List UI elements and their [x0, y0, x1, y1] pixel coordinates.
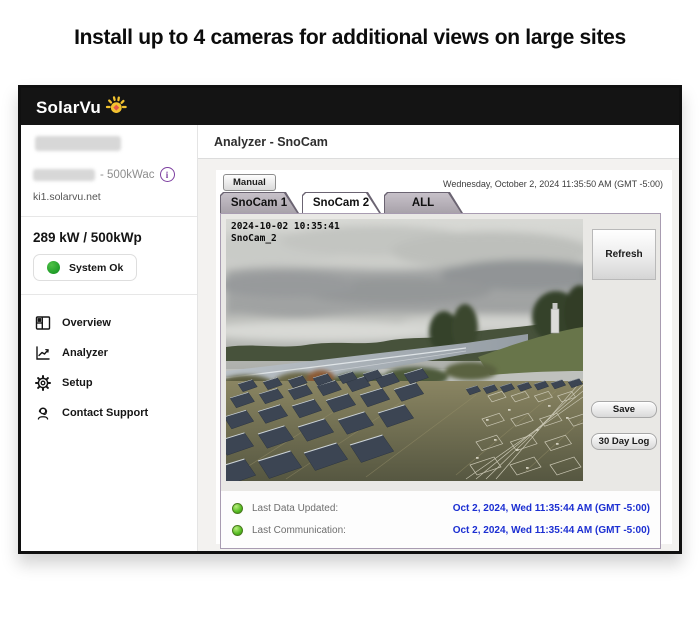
camera-name: SnoCam_2	[231, 233, 340, 245]
gear-icon	[35, 375, 51, 391]
camera-image-area: 2024-10-02 10:35:41 SnoCam_2	[221, 214, 588, 491]
site-capacity-row: - 500kWac i	[33, 167, 185, 182]
support-agent-icon	[35, 405, 51, 421]
tab-all[interactable]: ALL	[384, 192, 463, 213]
page-title: Analyzer - SnoCam	[198, 125, 679, 159]
capacity-text: - 500kWac	[100, 169, 155, 181]
page: Install up to 4 cameras for additional v…	[0, 0, 700, 620]
status-led-icon	[47, 261, 60, 274]
camera-image	[226, 219, 583, 481]
refresh-button[interactable]: Refresh	[592, 229, 656, 280]
camera-status: Last Data Updated: Oct 2, 2024, Wed 11:3…	[221, 491, 660, 548]
sidebar-item-analyzer[interactable]: Analyzer	[33, 338, 185, 368]
status-value: Oct 2, 2024, Wed 11:35:44 AM (GMT -5:00)	[453, 503, 650, 514]
tab-label: SnoCam 1	[221, 193, 297, 213]
main-area: Analyzer - SnoCam Manual Wednesday, Octo…	[198, 125, 679, 551]
status-label: Last Data Updated:	[252, 503, 338, 514]
app-header: SolarVu	[21, 88, 679, 125]
power-summary: 289 kW / 500kWp	[33, 230, 185, 245]
solarvu-logo: SolarVu	[36, 95, 128, 118]
sidebar: - 500kWac i ki1.solarvu.net 289 kW / 500…	[21, 125, 198, 551]
content-area: Manual Wednesday, October 2, 2024 11:35:…	[198, 159, 679, 555]
tab-snocam-2[interactable]: SnoCam 2	[302, 192, 381, 213]
snocam-panel: Manual Wednesday, October 2, 2024 11:35:…	[216, 170, 672, 544]
analyzer-chart-icon	[35, 345, 51, 361]
status-row-last-data: Last Data Updated: Oct 2, 2024, Wed 11:3…	[232, 500, 650, 516]
sidebar-item-setup[interactable]: Setup	[33, 368, 185, 398]
window-body: - 500kWac i ki1.solarvu.net 289 kW / 500…	[21, 125, 679, 551]
site-domain: ki1.solarvu.net	[33, 191, 185, 203]
redacted-site-name	[33, 169, 95, 181]
status-label: System Ok	[69, 262, 123, 274]
system-status-pill[interactable]: System Ok	[33, 254, 137, 281]
sidebar-item-label: Analyzer	[62, 347, 108, 359]
day-log-button[interactable]: 30 Day Log	[591, 433, 657, 450]
sidebar-item-overview[interactable]: Overview	[33, 308, 185, 338]
redacted-account-name	[35, 136, 121, 151]
sun-icon	[104, 95, 128, 117]
tab-snocam-1[interactable]: SnoCam 1	[220, 192, 299, 213]
sidebar-item-contact-support[interactable]: Contact Support	[33, 398, 185, 428]
sidebar-item-label: Setup	[62, 377, 93, 389]
divider	[21, 216, 197, 217]
divider	[21, 294, 197, 295]
headline: Install up to 4 cameras for additional v…	[0, 26, 700, 50]
sidebar-item-label: Contact Support	[62, 407, 148, 419]
overview-grid-icon	[35, 315, 51, 331]
camera-timestamp: 2024-10-02 10:35:41	[231, 221, 340, 233]
sidebar-menu: Overview Analyzer	[33, 308, 185, 428]
camera-controls: Refresh Save 30 Day Log	[588, 214, 660, 491]
camera-overlay-text: 2024-10-02 10:35:41 SnoCam_2	[231, 221, 340, 246]
green-led-icon	[232, 503, 243, 514]
save-button[interactable]: Save	[591, 401, 657, 418]
camera-tabs: SnoCam 1 SnoCam 2 ALL	[220, 192, 669, 213]
logo-text: SolarVu	[36, 98, 101, 118]
current-datetime: Wednesday, October 2, 2024 11:35:50 AM (…	[443, 174, 667, 189]
green-led-icon	[232, 525, 243, 536]
tab-label: ALL	[385, 193, 461, 213]
info-icon[interactable]: i	[160, 167, 175, 182]
camera-viewer: 2024-10-02 10:35:41 SnoCam_2 Refresh Sav…	[220, 213, 661, 549]
status-row-last-communication: Last Communication: Oct 2, 2024, Wed 11:…	[232, 522, 650, 538]
tab-label: SnoCam 2	[303, 193, 379, 213]
status-value: Oct 2, 2024, Wed 11:35:44 AM (GMT -5:00)	[453, 525, 650, 536]
app-window: SolarVu	[18, 85, 682, 554]
sidebar-item-label: Overview	[62, 317, 111, 329]
status-label: Last Communication:	[252, 525, 346, 536]
manual-button[interactable]: Manual	[223, 174, 276, 191]
